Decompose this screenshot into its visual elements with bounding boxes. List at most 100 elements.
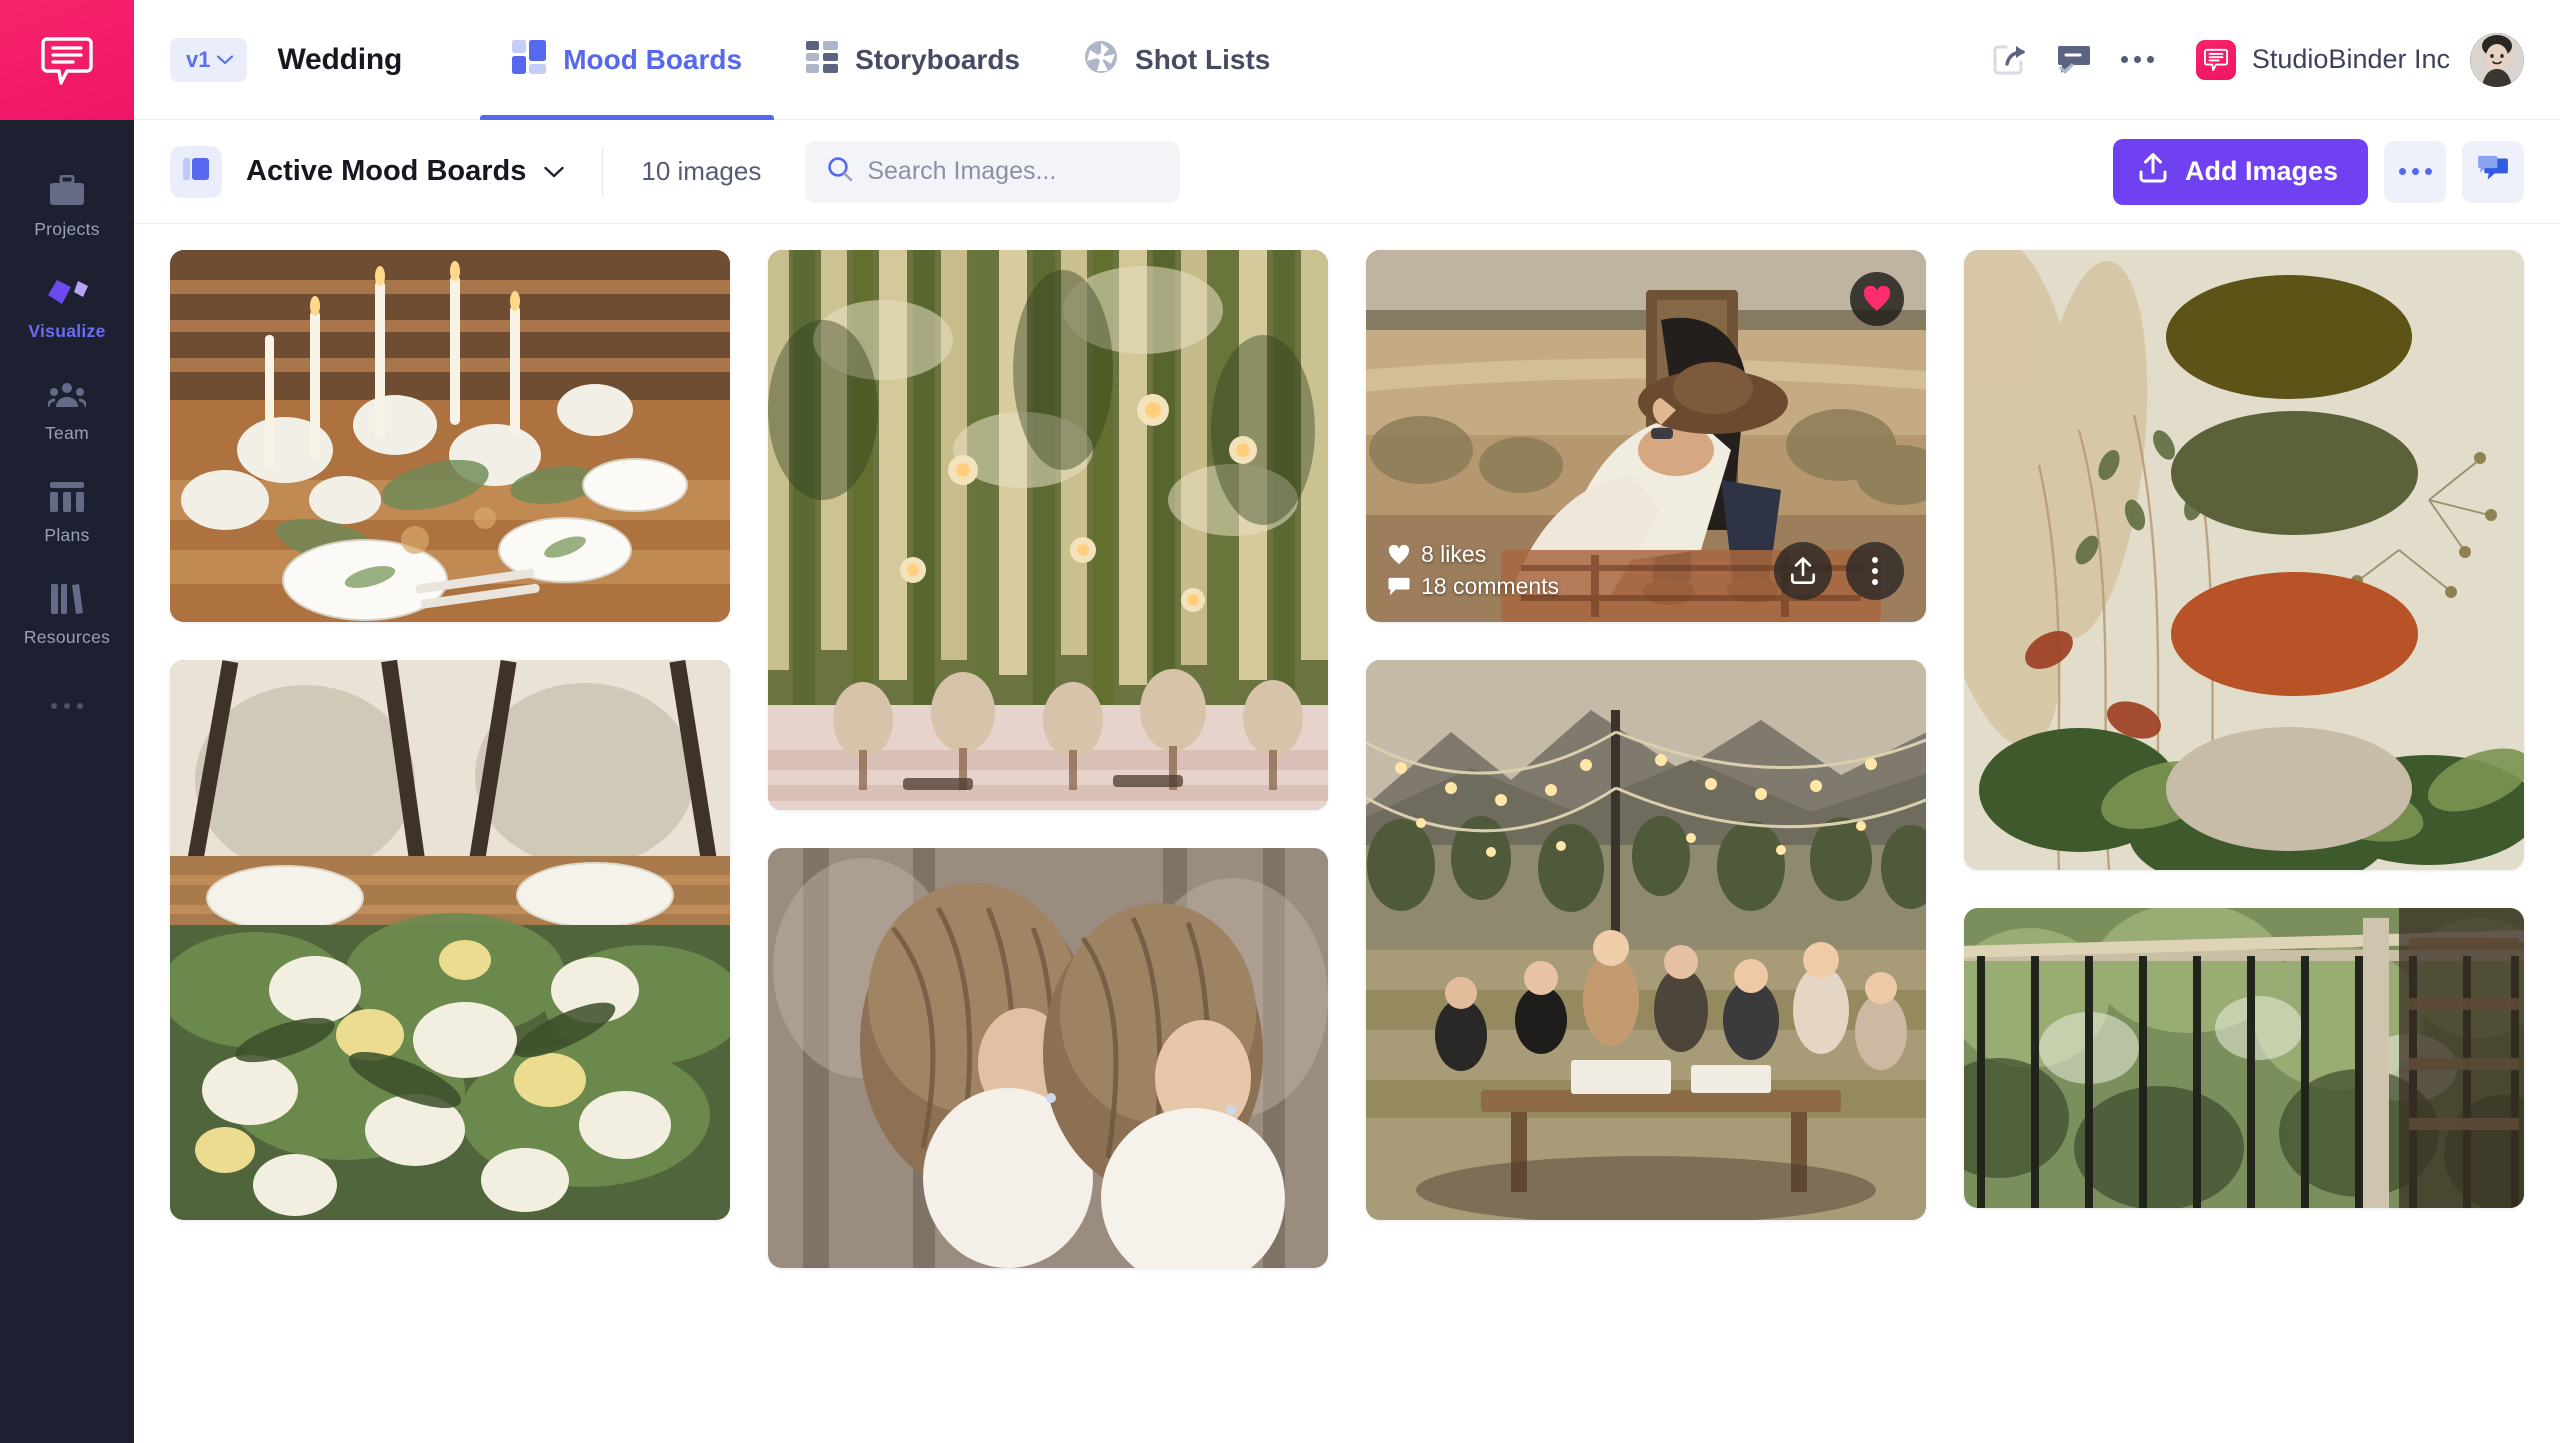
app-root: Projects Visualize Team Plans Resources … [0, 0, 2560, 1443]
page-title: Wedding [277, 42, 403, 76]
ellipsis-icon [2398, 168, 2432, 175]
card-share-button[interactable] [1774, 542, 1832, 600]
user-avatar-image [2470, 32, 2524, 87]
swatch-olive-green[interactable] [2171, 411, 2418, 536]
main-area: v1 Wedding Mood Boards Storyboards Shot … [134, 0, 2560, 1443]
ellipsis-icon [2121, 56, 2155, 63]
comment-icon [2478, 155, 2508, 188]
avatar[interactable] [2470, 32, 2524, 87]
board-selector[interactable]: Active Mood Boards [246, 155, 565, 188]
main-tabs: Mood Boards Storyboards Shot Lists [480, 0, 1302, 120]
mood-image-couple-dip-cowboy-hat[interactable]: 8 likes 18 comments [1366, 250, 1926, 622]
mood-image-outdoor-dinner-string-lights[interactable] [1366, 660, 1926, 1220]
comment-icon [1388, 577, 1410, 595]
left-sidebar: Projects Visualize Team Plans Resources [0, 0, 134, 1443]
comments-button[interactable] [2042, 28, 2106, 92]
search-icon [827, 156, 853, 187]
chevron-down-icon [544, 166, 565, 177]
org-name-label: StudioBinder Inc [2251, 44, 2450, 74]
sidebar-more-button[interactable] [0, 686, 134, 726]
header-actions: StudioBinder Inc [1978, 28, 2524, 92]
tab-mood-boards[interactable]: Mood Boards [480, 0, 774, 120]
org-switcher[interactable]: StudioBinder Inc [2195, 39, 2450, 80]
color-swatch-group [1964, 250, 2524, 870]
version-selector[interactable]: v1 [170, 37, 248, 82]
board-panel-toggle[interactable] [170, 145, 222, 198]
image-count-label: 10 images [641, 156, 762, 186]
sidebar-nav: Projects Visualize Team Plans Resources [0, 120, 134, 726]
sidebar-item-team[interactable]: Team [0, 358, 134, 460]
swatch-terracotta[interactable] [2171, 572, 2418, 697]
chevron-down-icon [217, 54, 234, 64]
sidebar-label-team: Team [45, 423, 89, 443]
mood-image-greenhouse-railing[interactable] [1964, 908, 2524, 1208]
share-button[interactable] [1978, 28, 2042, 92]
image-thumbnail [768, 250, 1328, 810]
mood-image-tablescape-candles[interactable] [170, 250, 730, 622]
mood-image-color-palette-pampas[interactable] [1964, 250, 2524, 870]
briefcase-icon [49, 172, 85, 210]
tab-label-storyboards: Storyboards [855, 43, 1021, 75]
image-thumbnail [170, 250, 730, 622]
share-arrow-icon [1993, 45, 2025, 74]
card-more-button[interactable] [1846, 542, 1904, 600]
mood-image-place-setting-florals[interactable] [170, 660, 730, 1220]
toolbar-more-button[interactable] [2384, 140, 2446, 203]
swatch-beige[interactable] [2165, 727, 2412, 852]
mood-image-hanging-florals-reception[interactable] [768, 250, 1328, 810]
image-thumbnail [768, 848, 1328, 1268]
image-thumbnail [170, 660, 730, 1220]
studiobinder-logo[interactable] [0, 0, 134, 120]
likes-row: 8 likes [1388, 541, 1559, 568]
comment-check-icon [2057, 45, 2090, 73]
people-icon [48, 376, 86, 414]
org-logo-icon [2195, 39, 2236, 80]
mood-boards-grid-icon [512, 40, 547, 79]
upload-icon [2139, 153, 2167, 190]
diamonds-icon [45, 274, 89, 312]
sidebar-label-resources: Resources [23, 627, 111, 647]
gallery-column-3: 8 likes 18 comments [1366, 250, 1926, 1220]
likes-label: 8 likes [1421, 541, 1487, 567]
board-name-label: Active Mood Boards [246, 155, 527, 187]
columns-icon [50, 478, 84, 516]
upload-icon [1791, 557, 1815, 584]
tab-label-shot-lists: Shot Lists [1135, 43, 1271, 75]
sidebar-item-plans[interactable]: Plans [0, 460, 134, 562]
image-thumbnail [1366, 660, 1926, 1220]
toolbar-actions: Add Images [2112, 138, 2524, 205]
gallery-column-1 [170, 250, 730, 1220]
gallery-column-4 [1964, 250, 2524, 1208]
comments-label: 18 comments [1421, 573, 1560, 599]
sidebar-item-resources[interactable]: Resources [0, 562, 134, 664]
search-input[interactable] [867, 157, 1159, 186]
aperture-icon [1084, 40, 1118, 79]
books-icon [50, 580, 84, 618]
ellipsis-vertical-icon [1872, 557, 1878, 585]
tab-shot-lists[interactable]: Shot Lists [1052, 0, 1302, 120]
board-toolbar: Active Mood Boards 10 images Search Imag… [134, 120, 2560, 224]
toolbar-comments-button[interactable] [2462, 140, 2524, 203]
sidebar-label-plans: Plans [44, 525, 90, 545]
comments-row: 18 comments [1388, 573, 1559, 600]
heart-icon [1863, 286, 1891, 311]
toolbar-divider [602, 147, 604, 196]
like-badge[interactable] [1850, 272, 1904, 326]
sidebar-label-projects: Projects [34, 219, 100, 239]
search-images-field[interactable] [805, 140, 1181, 203]
storyboards-grid-icon [806, 41, 839, 78]
swatch-dark-olive[interactable] [2165, 274, 2412, 399]
gallery-columns: 8 likes 18 comments [170, 250, 2524, 1268]
header-more-button[interactable] [2106, 28, 2170, 92]
gallery-column-2 [768, 250, 1328, 1268]
add-images-label: Add Images [2184, 156, 2338, 186]
sidebar-item-projects[interactable]: Projects [0, 154, 134, 256]
sidebar-item-visualize[interactable]: Visualize [0, 256, 134, 358]
add-images-button[interactable]: Add Images [2112, 138, 2368, 205]
tab-label-mood-boards: Mood Boards [563, 43, 743, 75]
heart-icon [1388, 544, 1410, 564]
image-thumbnail [1964, 908, 2524, 1208]
tab-storyboards[interactable]: Storyboards [774, 0, 1052, 120]
version-label: v1 [186, 46, 211, 72]
mood-image-bridesmaids-hair[interactable] [768, 848, 1328, 1268]
